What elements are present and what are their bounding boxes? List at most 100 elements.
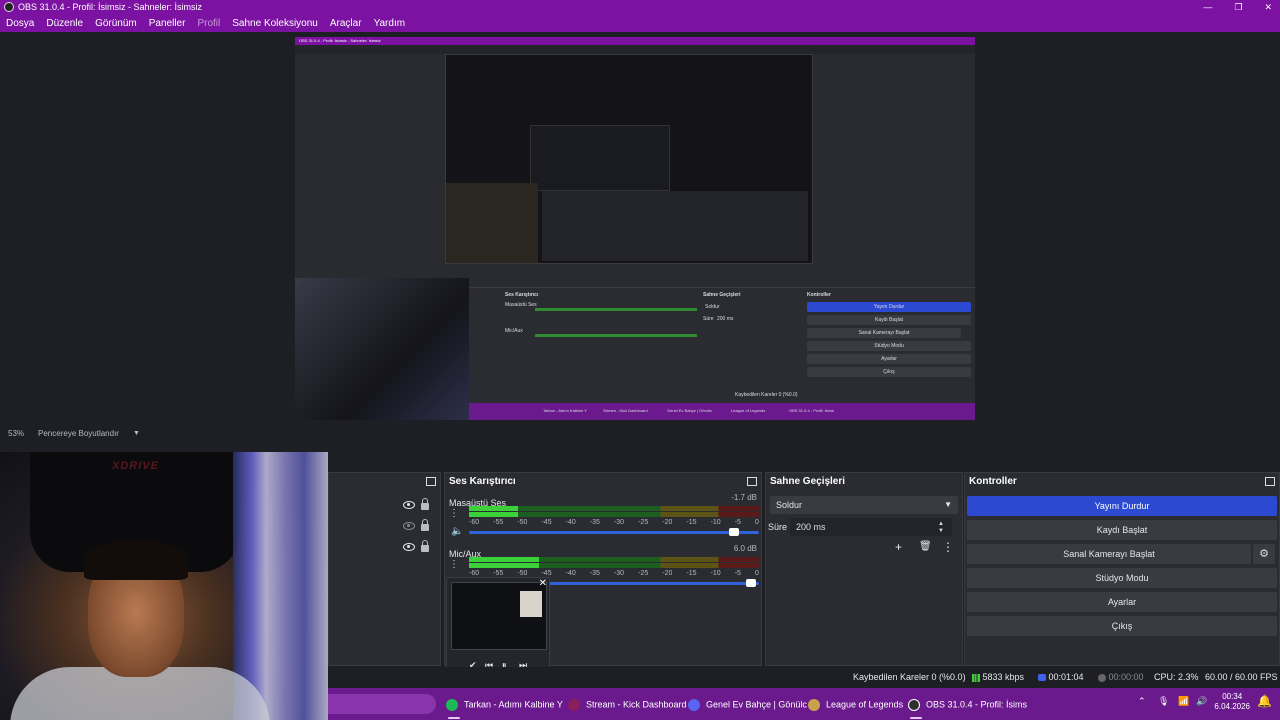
tick: -15 xyxy=(686,570,697,577)
tick: 0 xyxy=(754,519,759,526)
source-row[interactable] xyxy=(329,495,440,515)
eye-icon[interactable] xyxy=(403,543,415,551)
tick: -40 xyxy=(565,519,576,526)
active-indicator xyxy=(910,717,922,719)
speaker-icon[interactable]: 🔈 xyxy=(451,527,463,537)
record-time: 00:00:00 xyxy=(1098,672,1144,682)
taskbar-item-label: Genel Ev Bahçe | Gönülc xyxy=(706,699,807,710)
volume-slider-knob[interactable] xyxy=(746,579,757,587)
kebab-menu-icon[interactable]: ⋮ xyxy=(449,560,459,570)
thumbnail-preview xyxy=(451,582,547,650)
taskbar-item-label: Tarkan - Adımı Kalbine Y xyxy=(464,699,563,710)
eye-off-icon[interactable] xyxy=(403,522,415,530)
nested-channel2: Mic/Aux xyxy=(505,328,523,334)
float-dock-icon[interactable] xyxy=(426,477,436,486)
maximize-button[interactable]: ❐ xyxy=(1234,0,1242,14)
tick: -5 xyxy=(734,570,741,577)
nested-docks: Ses Karıştırıcı Masaüstü Ses Mic/Aux Sah… xyxy=(469,287,975,403)
taskbar-thumbnail-popup[interactable]: ✕ ✔ ⏮ ⏸ ⏭ xyxy=(446,577,550,674)
person-hair xyxy=(84,540,188,580)
menu-yardim[interactable]: Yardım xyxy=(374,18,406,29)
scale-mode-select[interactable]: Pencereye Boyutlandır xyxy=(38,429,119,438)
controls-title: Kontroller xyxy=(969,476,1017,487)
menu-araclar[interactable]: Araçlar xyxy=(330,18,362,29)
microphone-icon[interactable]: 🎙 xyxy=(1158,696,1169,707)
volume-slider[interactable] xyxy=(469,528,759,536)
window-titlebar: OBS 31.0.4 - Profil: İsimsiz - Sahneler:… xyxy=(0,0,1280,14)
tick: -5 xyxy=(734,519,741,526)
volume-slider-knob[interactable] xyxy=(728,528,739,536)
studio-mode-button[interactable]: Stüdyo Modu xyxy=(967,568,1277,588)
source-row[interactable] xyxy=(329,537,440,557)
level-meter xyxy=(469,512,759,517)
taskbar-item-label: OBS 31.0.4 - Profil: İsims xyxy=(926,699,1028,710)
record-time-value: 00:00:00 xyxy=(1108,672,1144,682)
taskbar-item-league[interactable]: League of Legends xyxy=(808,699,903,711)
lock-icon[interactable] xyxy=(421,540,429,552)
menu-bar: Dosya Düzenle Görünüm Paneller Profil Sa… xyxy=(0,14,1280,32)
eye-icon[interactable] xyxy=(403,501,415,509)
menu-gorunum[interactable]: Görünüm xyxy=(95,18,137,29)
float-dock-icon[interactable] xyxy=(747,477,757,486)
start-recording-button[interactable]: Kaydı Başlat xyxy=(967,520,1277,540)
browser-icon xyxy=(568,699,580,711)
nested-task-4: League of Legends xyxy=(731,408,766,413)
mixer-channel-mic: Mic/Aux 6.0 dB ⋮ -60 -55 -50 -45 -40 -35 -30 -2… xyxy=(449,544,759,587)
chevron-up-icon[interactable]: ⌃ xyxy=(1138,696,1146,707)
taskbar-search[interactable] xyxy=(328,694,436,714)
exit-button[interactable]: Çıkış xyxy=(967,616,1277,636)
preview-canvas[interactable]: OBS 31.0.4 - Profil: İsimsiz - Sahneler:… xyxy=(295,37,975,420)
menu-profil[interactable]: Profil xyxy=(197,18,220,29)
kebab-menu-icon[interactable]: ⋮ xyxy=(449,509,459,519)
duration-field[interactable]: 200 ms ▲ ▼ xyxy=(790,518,952,536)
close-button[interactable]: ✕ xyxy=(1264,0,1272,14)
dropped-frames: Kaybedilen Kareler 0 (%0.0) xyxy=(853,672,966,682)
spin-up-icon[interactable]: ▲ xyxy=(938,521,944,527)
transitions-header: Sahne Geçişleri xyxy=(766,473,962,491)
taskbar-clock[interactable]: 00:34 6.04.2026 xyxy=(1214,692,1250,712)
nested-studio: Stüdyo Modu xyxy=(807,341,971,351)
lock-icon[interactable] xyxy=(421,498,429,510)
taskbar-item-obs[interactable]: OBS 31.0.4 - Profil: İsims xyxy=(908,699,1027,711)
float-dock-icon[interactable] xyxy=(1265,477,1275,486)
nested-stop-stream: Yayını Durdur xyxy=(807,302,971,312)
spin-down-icon[interactable]: ▼ xyxy=(938,528,944,534)
add-icon[interactable]: + xyxy=(895,540,902,554)
kebab-menu-icon[interactable]: ⋮ xyxy=(942,540,954,554)
gear-icon[interactable]: ⚙ xyxy=(1253,544,1275,564)
bitrate-value: 5833 kbps xyxy=(982,672,1025,682)
chair-brand-logo: XDRIVE xyxy=(112,460,159,472)
nested-webcam xyxy=(295,278,469,420)
tick: -35 xyxy=(589,570,600,577)
close-icon[interactable]: ✕ xyxy=(539,578,547,589)
start-virtual-camera-button[interactable]: Sanal Kamerayı Başlat xyxy=(967,544,1251,564)
minimize-button[interactable]: — xyxy=(1203,0,1212,14)
tick: -15 xyxy=(686,519,697,526)
discord-icon xyxy=(688,699,700,711)
tick: -30 xyxy=(613,519,625,526)
tick: -20 xyxy=(662,570,673,577)
nested-meter2 xyxy=(535,334,697,337)
nested-transitions-title: Sahne Geçişleri xyxy=(703,292,741,298)
transition-select[interactable]: Soldur ▼ xyxy=(770,496,958,514)
source-row[interactable] xyxy=(329,516,440,536)
nested-status: Kaybedilen Kareler 0 (%0.0) xyxy=(735,392,798,398)
trash-icon[interactable]: 🗑 xyxy=(919,541,932,552)
lock-icon[interactable] xyxy=(421,519,429,531)
settings-button[interactable]: Ayarlar xyxy=(967,592,1277,612)
nested-task-3: Genel Ev Bahçe | Gönülc xyxy=(667,408,712,413)
wifi-icon[interactable]: 📶 xyxy=(1178,696,1189,707)
taskbar-item-stream[interactable]: Stream - Kick Dashboard xyxy=(568,699,687,711)
chevron-down-icon[interactable]: ▼ xyxy=(133,430,140,437)
taskbar-item-discord[interactable]: Genel Ev Bahçe | Gönülc xyxy=(688,699,807,711)
notification-icon[interactable]: 🔔 xyxy=(1257,694,1272,708)
menu-dosya[interactable]: Dosya xyxy=(6,18,34,29)
menu-paneller[interactable]: Paneller xyxy=(149,18,186,29)
volume-icon[interactable]: 🔊 xyxy=(1196,696,1207,707)
controls-header: Kontroller xyxy=(965,473,1279,491)
menu-duzenle[interactable]: Düzenle xyxy=(46,18,83,29)
nested-dock-thumb xyxy=(542,191,808,261)
menu-sahne-koleksiyonu[interactable]: Sahne Koleksiyonu xyxy=(232,18,318,29)
stop-stream-button[interactable]: Yayını Durdur xyxy=(967,496,1277,516)
taskbar-item-spotify[interactable]: Tarkan - Adımı Kalbine Y xyxy=(446,699,563,711)
